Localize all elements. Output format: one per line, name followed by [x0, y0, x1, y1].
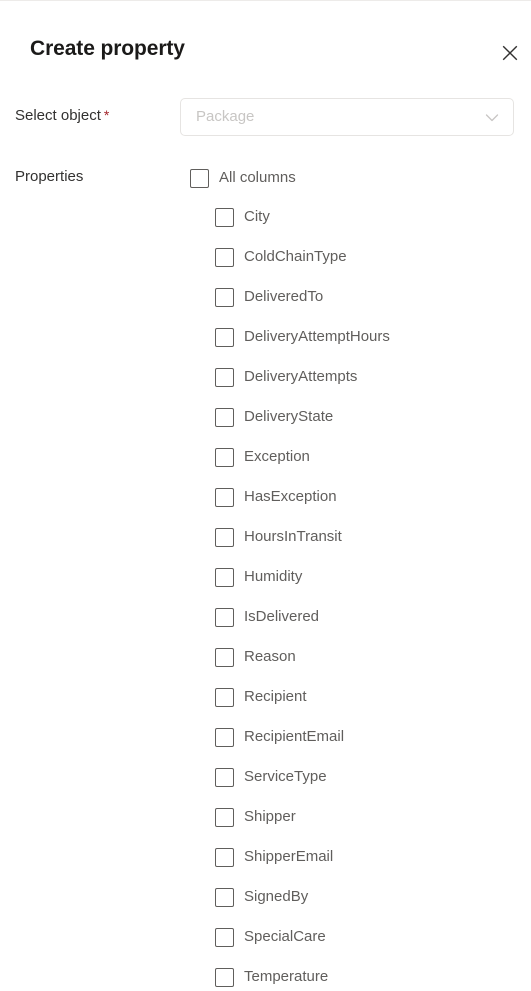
create-property-panel: Create property Select object * Package P… [0, 0, 531, 991]
property-label: Temperature [244, 968, 329, 985]
property-checkbox[interactable] [215, 448, 234, 467]
property-label: Shipper [244, 808, 296, 825]
property-label: SignedBy [244, 888, 309, 905]
property-label: ColdChainType [244, 248, 347, 265]
property-checkbox[interactable] [215, 248, 234, 267]
select-object-label: Select object * [15, 107, 109, 124]
chevron-down-icon [485, 112, 499, 124]
property-label: HasException [244, 488, 337, 505]
property-checkbox[interactable] [215, 728, 234, 747]
property-label: Exception [244, 448, 310, 465]
properties-label: Properties [15, 168, 84, 185]
property-checkbox[interactable] [215, 768, 234, 787]
property-checkbox-row[interactable]: Reason [215, 647, 531, 687]
property-checkbox-row[interactable]: DeliveredTo [215, 287, 531, 327]
property-checkbox[interactable] [215, 488, 234, 507]
property-checkbox[interactable] [215, 288, 234, 307]
property-checkbox-row[interactable]: SignedBy [215, 887, 531, 927]
property-checkbox[interactable] [215, 848, 234, 867]
property-checkbox-row[interactable]: HoursInTransit [215, 527, 531, 567]
property-label: DeliveryAttempts [244, 368, 358, 385]
property-checkbox-row[interactable]: ShipperEmail [215, 847, 531, 887]
property-label: DeliveryState [244, 408, 334, 425]
select-object-field-row: Select object * Package [0, 98, 531, 136]
property-checkbox[interactable] [215, 688, 234, 707]
property-label: Reason [244, 648, 296, 665]
property-checkbox-row[interactable]: DeliveryAttemptHours [215, 327, 531, 367]
required-asterisk: * [103, 107, 110, 123]
close-button[interactable] [494, 37, 526, 69]
property-checkbox[interactable] [215, 408, 234, 427]
property-checkbox-row[interactable]: Humidity [215, 567, 531, 607]
property-checkbox[interactable] [215, 928, 234, 947]
property-checkbox-row[interactable]: City [215, 207, 531, 247]
property-checkbox-row[interactable]: Shipper [215, 807, 531, 847]
property-checkbox-row[interactable]: Exception [215, 447, 531, 487]
close-icon [501, 44, 519, 62]
properties-column-list: City ColdChainType DeliveredTo DeliveryAtte… [215, 207, 531, 991]
select-object-dropdown-value: Package [196, 108, 255, 125]
property-checkbox[interactable] [215, 808, 234, 827]
property-checkbox-row[interactable]: ColdChainType [215, 247, 531, 287]
property-label: HoursInTransit [244, 528, 342, 545]
select-object-label-text: Select object [15, 107, 101, 124]
property-label: City [244, 208, 270, 225]
property-checkbox[interactable] [215, 648, 234, 667]
property-checkbox[interactable] [215, 968, 234, 987]
property-checkbox-row[interactable]: RecipientEmail [215, 727, 531, 767]
property-checkbox[interactable] [215, 208, 234, 227]
property-label: Recipient [244, 688, 307, 705]
panel-header: Create property [0, 1, 531, 87]
property-checkbox-row[interactable]: ServiceType [215, 767, 531, 807]
property-checkbox-row[interactable]: Recipient [215, 687, 531, 727]
all-columns-checkbox[interactable] [190, 169, 209, 188]
property-checkbox[interactable] [215, 328, 234, 347]
property-checkbox-row[interactable]: DeliveryState [215, 407, 531, 447]
property-checkbox-row[interactable]: HasException [215, 487, 531, 527]
property-label: IsDelivered [244, 608, 320, 625]
page-title: Create property [30, 37, 185, 60]
property-label: ServiceType [244, 768, 327, 785]
select-object-dropdown[interactable]: Package [180, 98, 514, 136]
property-checkbox-row[interactable]: DeliveryAttempts [215, 367, 531, 407]
all-columns-label: All columns [219, 169, 296, 186]
property-label: RecipientEmail [244, 728, 345, 745]
property-checkbox[interactable] [215, 368, 234, 387]
property-checkbox[interactable] [215, 888, 234, 907]
property-label: SpecialCare [244, 928, 326, 945]
property-label: ShipperEmail [244, 848, 334, 865]
property-checkbox[interactable] [215, 568, 234, 587]
property-label: Humidity [244, 568, 303, 585]
property-label: DeliveryAttemptHours [244, 328, 390, 345]
property-checkbox-row[interactable]: IsDelivered [215, 607, 531, 647]
property-checkbox[interactable] [215, 608, 234, 627]
property-checkbox[interactable] [215, 528, 234, 547]
property-label: DeliveredTo [244, 288, 324, 305]
all-columns-checkbox-row[interactable]: All columns [190, 167, 296, 189]
property-checkbox-row[interactable]: SpecialCare [215, 927, 531, 967]
property-checkbox-row[interactable]: Temperature [215, 967, 531, 991]
